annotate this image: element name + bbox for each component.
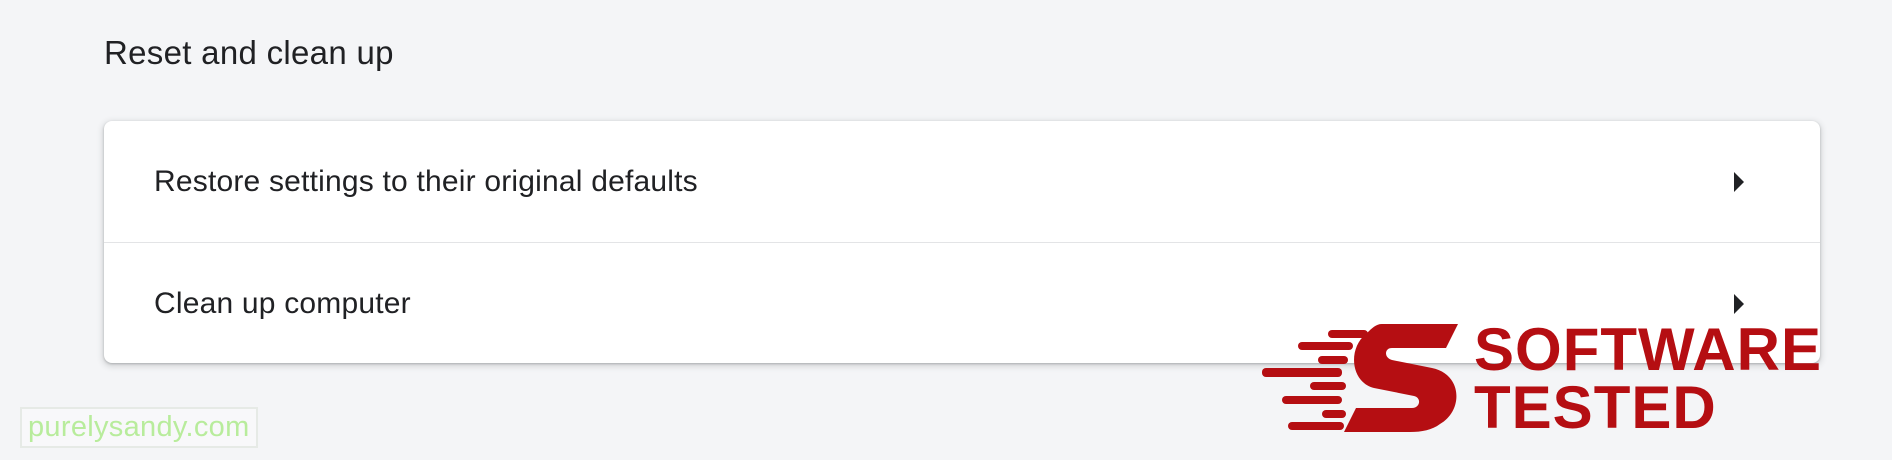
restore-settings-label: Restore settings to their original defau… xyxy=(154,164,698,198)
software-tested-logo: SOFTWARE TESTED xyxy=(1262,318,1822,438)
logo-text-tested: TESTED xyxy=(1474,374,1717,441)
clean-up-computer-label: Clean up computer xyxy=(154,286,411,320)
speed-s-logo-icon xyxy=(1262,324,1458,432)
logo-text-software: SOFTWARE xyxy=(1474,316,1822,383)
watermark-text: purelysandy.com xyxy=(20,407,258,448)
section-title: Reset and clean up xyxy=(104,34,394,71)
restore-settings-row[interactable]: Restore settings to their original defau… xyxy=(104,121,1820,242)
chevron-right-icon xyxy=(1734,293,1744,314)
chevron-right-icon xyxy=(1734,171,1744,192)
